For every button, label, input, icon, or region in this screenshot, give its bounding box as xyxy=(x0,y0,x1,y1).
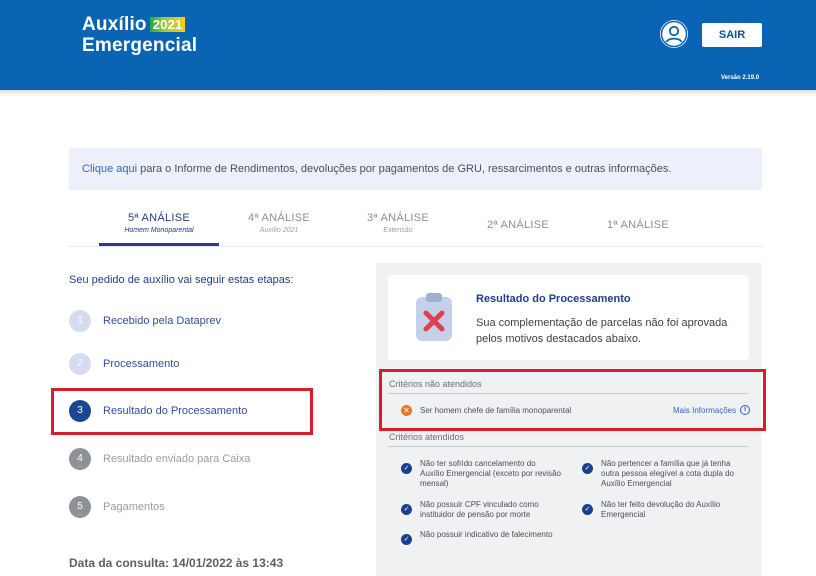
logout-button[interactable]: SAIR xyxy=(702,23,762,47)
criteria-met-text: Não possuir indicativo de falecimento xyxy=(420,530,553,539)
analysis-tabs: 5ª ANÁLISE Homem Monoparental 4ª ANÁLISE… xyxy=(69,205,762,247)
tab-4th-analysis[interactable]: 4ª ANÁLISE Auxílio 2021 xyxy=(219,212,339,234)
tab-label: 4ª ANÁLISE xyxy=(247,212,311,224)
step-number: 5 xyxy=(69,496,91,518)
step-payments: 5 Pagamentos xyxy=(69,496,165,518)
tab-sublabel: Auxílio 2021 xyxy=(259,227,299,234)
step-label: Resultado enviado para Caixa xyxy=(103,453,251,465)
consult-date: Data da consulta: 14/01/2022 às 13:43 xyxy=(69,556,283,570)
criteria-highlight-box xyxy=(379,369,766,431)
step-label: Processamento xyxy=(103,358,180,370)
criteria-met-item: ✓ Não ter sofrido cancelamento do Auxíli… xyxy=(401,459,561,489)
logo-text-line2: Emergencial xyxy=(82,35,198,56)
step-number: 4 xyxy=(69,448,91,470)
info-banner: Clique aqui para o Informe de Rendimento… xyxy=(69,148,762,190)
app-logo[interactable]: Auxílio 2021 Emergencial xyxy=(82,14,197,56)
divider xyxy=(388,446,749,447)
click-here-link[interactable]: Clique aqui xyxy=(82,163,137,175)
tab-label: 1ª ANÁLISE xyxy=(606,219,670,231)
criteria-met-item: ✓ Não pertencer a família que já tenha o… xyxy=(582,459,747,489)
check-icon: ✓ xyxy=(401,534,412,545)
criteria-met-text: Não pertencer a família que já tenha out… xyxy=(601,459,734,488)
header-shadow xyxy=(0,90,816,96)
tab-sublabel: Homem Monoparental xyxy=(124,227,194,234)
criteria-met-text: Não ter feito devolução do Auxílio Emerg… xyxy=(601,500,721,519)
tab-3rd-analysis[interactable]: 3ª ANÁLISE Extensão xyxy=(338,212,458,234)
tab-label: 5ª ANÁLISE xyxy=(127,212,191,224)
step-number: 2 xyxy=(69,353,91,375)
step-received: 1 Recebido pela Dataprev xyxy=(69,310,221,332)
steps-title: Seu pedido de auxílio vai seguir estas e… xyxy=(69,274,294,286)
active-tab-indicator xyxy=(99,243,219,246)
user-avatar-icon[interactable] xyxy=(660,20,688,48)
criteria-met-text: Não possuir CPF vinculado como instituid… xyxy=(420,500,539,519)
consult-date-label: Data da consulta: xyxy=(69,556,173,570)
criteria-met-title: Critérios atendidos xyxy=(389,432,465,442)
criteria-met-item: ✓ Não possuir indicativo de falecimento xyxy=(401,530,561,545)
step-sent-to-caixa: 4 Resultado enviado para Caixa xyxy=(69,448,250,470)
result-title: Resultado do Processamento xyxy=(476,293,631,305)
logo-year-badge: 2021 xyxy=(149,17,186,32)
logo-text-line1: Auxílio xyxy=(82,14,147,35)
criteria-met-item: ✓ Não possuir CPF vinculado como institu… xyxy=(401,500,561,520)
info-banner-text: para o Informe de Rendimentos, devoluçõe… xyxy=(137,163,672,175)
step-number: 1 xyxy=(69,310,91,332)
criteria-met-item: ✓ Não ter feito devolução do Auxílio Eme… xyxy=(582,500,747,520)
tab-1st-analysis[interactable]: 1ª ANÁLISE xyxy=(578,219,698,231)
check-icon: ✓ xyxy=(582,504,593,515)
rejected-clipboard-icon xyxy=(413,291,455,343)
tab-sublabel: Extensão xyxy=(383,227,413,234)
consult-date-value: 14/01/2022 às 13:43 xyxy=(172,556,284,570)
tab-2nd-analysis[interactable]: 2ª ANÁLISE xyxy=(458,219,578,231)
tab-label: 2ª ANÁLISE xyxy=(486,219,550,231)
step-label: Recebido pela Dataprev xyxy=(103,315,222,327)
check-icon: ✓ xyxy=(401,463,412,474)
criteria-met-text: Não ter sofrido cancelamento do Auxílio … xyxy=(420,459,561,488)
result-text: Sua complementação de parcelas não foi a… xyxy=(476,317,728,345)
check-icon: ✓ xyxy=(582,463,593,474)
tab-5th-analysis[interactable]: 5ª ANÁLISE Homem Monoparental xyxy=(99,212,219,234)
check-icon: ✓ xyxy=(401,504,412,515)
app-version: Versão 2.19.0 xyxy=(721,75,760,81)
app-header: Auxílio 2021 Emergencial SAIR Versão 2.1… xyxy=(0,0,816,90)
step-label: Pagamentos xyxy=(103,501,165,513)
step-highlight-box xyxy=(51,388,313,435)
step-processing: 2 Processamento xyxy=(69,353,179,375)
tab-label: 3ª ANÁLISE xyxy=(366,212,430,224)
